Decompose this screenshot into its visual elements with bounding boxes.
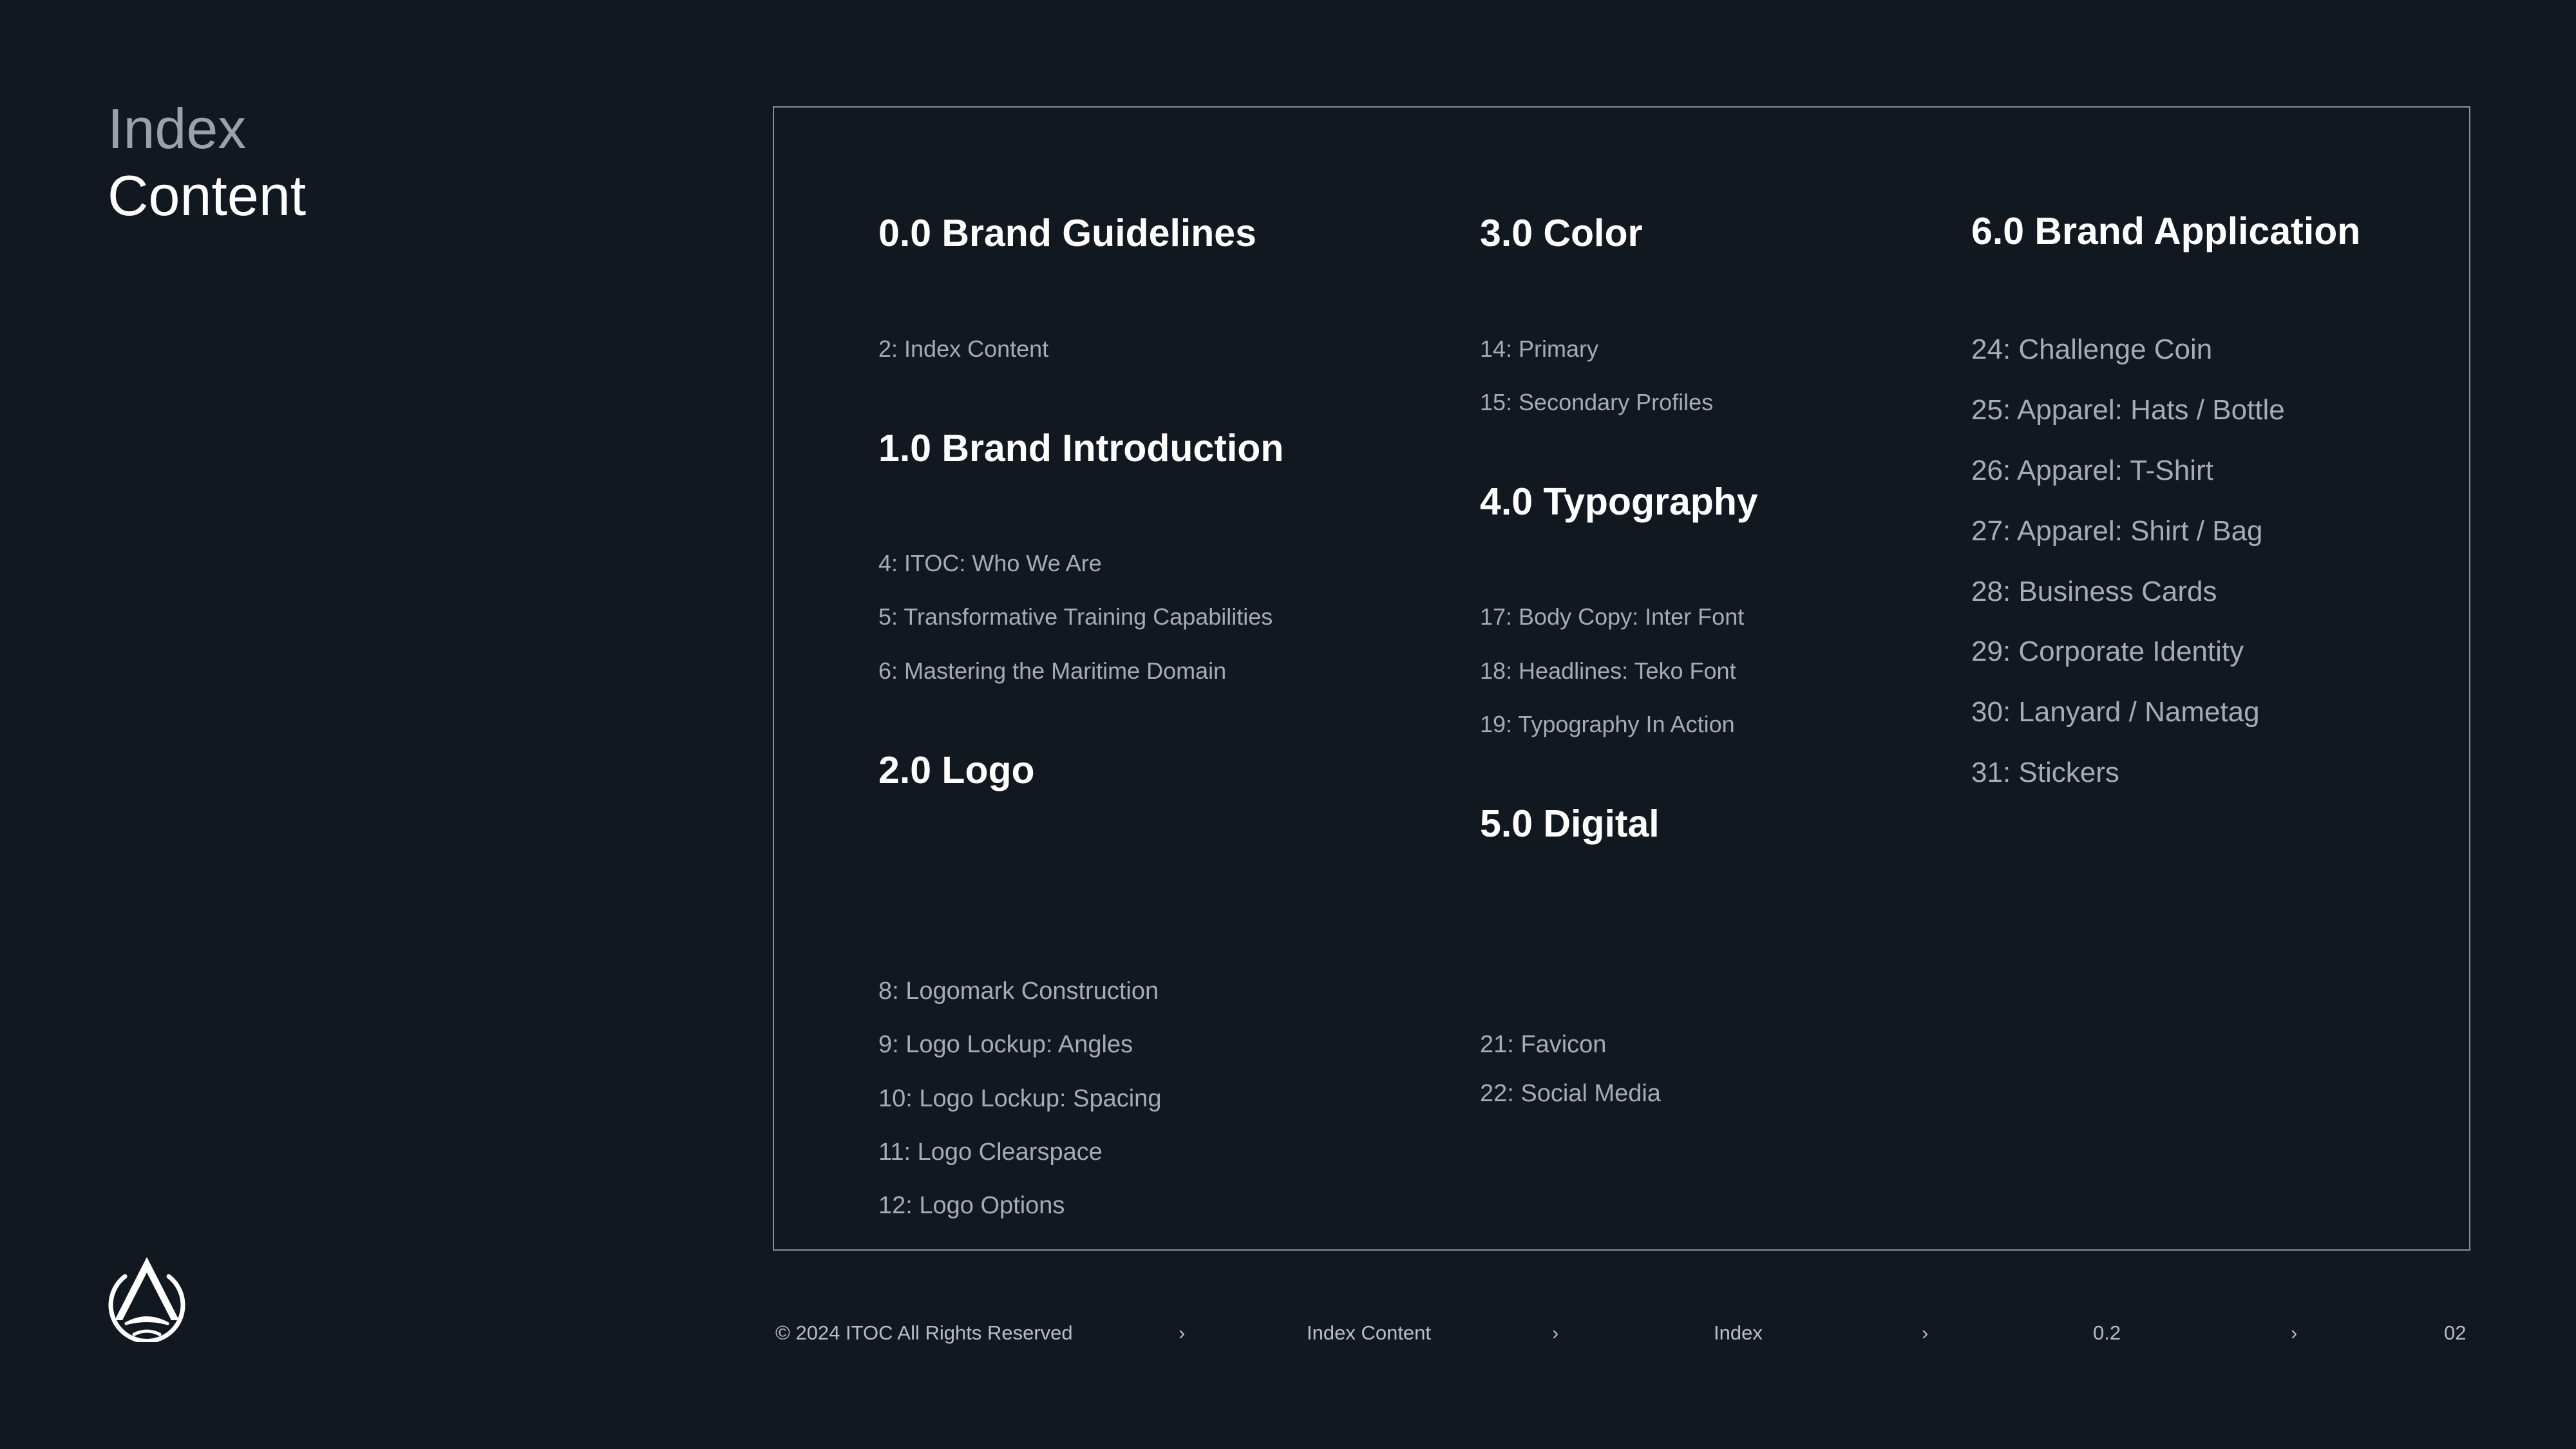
table-of-contents: 0.0 Brand Guidelines 2: Index Content 1.… bbox=[773, 106, 2470, 1251]
toc-entry[interactable]: 18: Headlines: Teko Font bbox=[1480, 657, 1736, 685]
toc-entry[interactable]: 27: Apparel: Shirt / Bag bbox=[1971, 515, 2263, 548]
toc-entry[interactable]: 28: Business Cards bbox=[1971, 575, 2217, 609]
breadcrumb-separator: › bbox=[1922, 1321, 1929, 1344]
section-title-logo[interactable]: 2.0 Logo bbox=[878, 748, 1035, 793]
section-title-brand-guidelines[interactable]: 0.0 Brand Guidelines bbox=[878, 211, 1256, 256]
toc-entry[interactable]: 12: Logo Options bbox=[878, 1191, 1065, 1220]
toc-entry[interactable]: 26: Apparel: T-Shirt bbox=[1971, 454, 2213, 488]
toc-entry[interactable]: 21: Favicon bbox=[1480, 1030, 1606, 1059]
toc-entry[interactable]: 17: Body Copy: Inter Font bbox=[1480, 603, 1744, 631]
toc-entry[interactable]: 31: Stickers bbox=[1971, 756, 2119, 790]
section-title-brand-introduction[interactable]: 1.0 Brand Introduction bbox=[878, 426, 1283, 471]
index-content-page: Index Content 0.0 Brand Guidelines 2: In… bbox=[0, 0, 2576, 1449]
toc-entry[interactable]: 30: Lanyard / Nametag bbox=[1971, 696, 2260, 729]
toc-entry[interactable]: 24: Challenge Coin bbox=[1971, 333, 2212, 366]
section-title-digital[interactable]: 5.0 Digital bbox=[1480, 801, 1660, 846]
breadcrumb-index[interactable]: Index bbox=[1714, 1320, 1763, 1346]
toc-entry[interactable]: 14: Primary bbox=[1480, 335, 1598, 363]
toc-entry[interactable]: 9: Logo Lockup: Angles bbox=[878, 1030, 1133, 1059]
section-title-typography[interactable]: 4.0 Typography bbox=[1480, 479, 1758, 524]
page-title-line-1: Index bbox=[108, 97, 247, 160]
toc-entry[interactable]: 11: Logo Clearspace bbox=[878, 1137, 1103, 1167]
page-title-line-2: Content bbox=[108, 164, 307, 227]
toc-entry[interactable]: 15: Secondary Profiles bbox=[1480, 388, 1713, 417]
toc-entry[interactable]: 25: Apparel: Hats / Bottle bbox=[1971, 393, 2285, 427]
breadcrumb-index-content[interactable]: Index Content bbox=[1307, 1320, 1431, 1346]
section-title-color[interactable]: 3.0 Color bbox=[1480, 211, 1642, 256]
toc-entry[interactable]: 29: Corporate Identity bbox=[1971, 635, 2244, 668]
toc-entry[interactable]: 5: Transformative Training Capabilities bbox=[878, 603, 1273, 631]
toc-entry[interactable]: 6: Mastering the Maritime Domain bbox=[878, 657, 1226, 685]
breadcrumb-separator: › bbox=[1552, 1321, 1559, 1344]
section-title-brand-application[interactable]: 6.0 Brand Application bbox=[1971, 209, 2360, 254]
page-title: Index Content bbox=[108, 95, 306, 229]
toc-entry[interactable]: 19: Typography In Action bbox=[1480, 710, 1735, 739]
breadcrumb-separator: › bbox=[2291, 1321, 2298, 1344]
toc-entry[interactable]: 10: Logo Lockup: Spacing bbox=[878, 1084, 1161, 1113]
toc-entry[interactable]: 2: Index Content bbox=[878, 335, 1048, 363]
itoc-logomark-icon bbox=[108, 1257, 185, 1342]
breadcrumb-section-number[interactable]: 0.2 bbox=[2093, 1320, 2121, 1346]
toc-entry[interactable]: 4: ITOC: Who We Are bbox=[878, 549, 1102, 578]
toc-entry[interactable]: 22: Social Media bbox=[1480, 1079, 1661, 1108]
footer-page-number: 02 bbox=[2444, 1321, 2467, 1344]
breadcrumb-separator: › bbox=[1179, 1321, 1186, 1344]
footer-copyright: © 2024 ITOC All Rights Reserved bbox=[775, 1321, 1073, 1344]
toc-entry[interactable]: 8: Logomark Construction bbox=[878, 976, 1159, 1006]
